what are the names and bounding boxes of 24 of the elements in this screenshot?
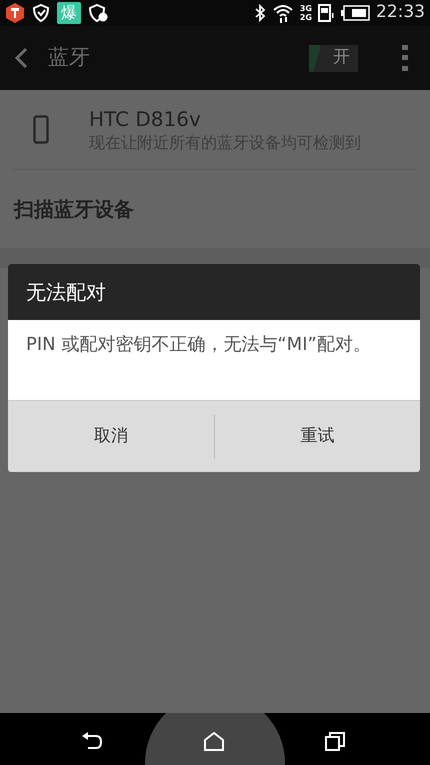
bluetooth-icon [254, 4, 266, 22]
phone-icon [33, 115, 49, 144]
clock-time: 22:33 [376, 1, 425, 24]
app-badge: 爆 [57, 2, 81, 24]
dialog-message: PIN 或配对密钥不正确，无法与“MI”配对。 [26, 333, 372, 357]
bluetooth-toggle[interactable]: 开 [309, 44, 358, 72]
back-nav-icon[interactable] [82, 732, 104, 750]
device-name: HTC D816v [89, 106, 202, 132]
scan-devices-item[interactable]: 扫描蓝牙设备 [0, 170, 430, 248]
page-title: 蓝牙 [48, 44, 90, 72]
sim-card-icon [318, 3, 334, 23]
dialog-button[interactable]: 取消 [8, 401, 214, 472]
back-button[interactable]: 蓝牙 [14, 42, 90, 74]
back-icon [14, 47, 28, 69]
network-label: 3G [300, 4, 312, 13]
recent-apps-icon[interactable] [325, 732, 345, 751]
network-label: 2G [300, 13, 312, 22]
dialog-button[interactable]: 重试 [214, 401, 420, 472]
dialog-title: 无法配对 [26, 279, 106, 306]
shield-check-icon [31, 3, 51, 23]
wifi-icon [272, 3, 294, 23]
home-icon[interactable] [204, 732, 224, 751]
battery-icon [340, 5, 370, 21]
overflow-menu-icon[interactable] [402, 45, 408, 71]
